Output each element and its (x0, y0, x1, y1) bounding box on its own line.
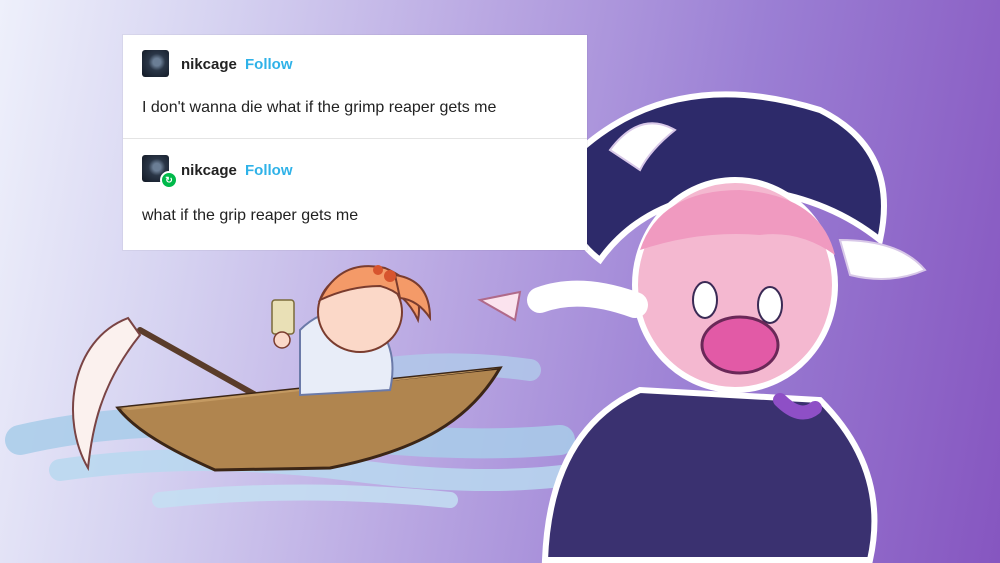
post-text: what if the grip reaper gets me (142, 207, 359, 224)
post-text: I don't wanna die what if the grimp reap… (142, 99, 497, 116)
follow-button[interactable]: Follow (245, 162, 293, 179)
username[interactable]: nikcage (181, 162, 237, 179)
post-card: nikcage Follow I don't wanna die what if… (123, 35, 587, 250)
follow-button[interactable]: Follow (245, 56, 293, 73)
post-reblog: ↻ nikcage Follow what if the grip reaper… (123, 139, 587, 250)
avatar[interactable] (142, 50, 169, 77)
reblog-icon: ↻ (160, 171, 178, 189)
post-original: nikcage Follow I don't wanna die what if… (123, 35, 587, 139)
username[interactable]: nikcage (181, 56, 237, 73)
